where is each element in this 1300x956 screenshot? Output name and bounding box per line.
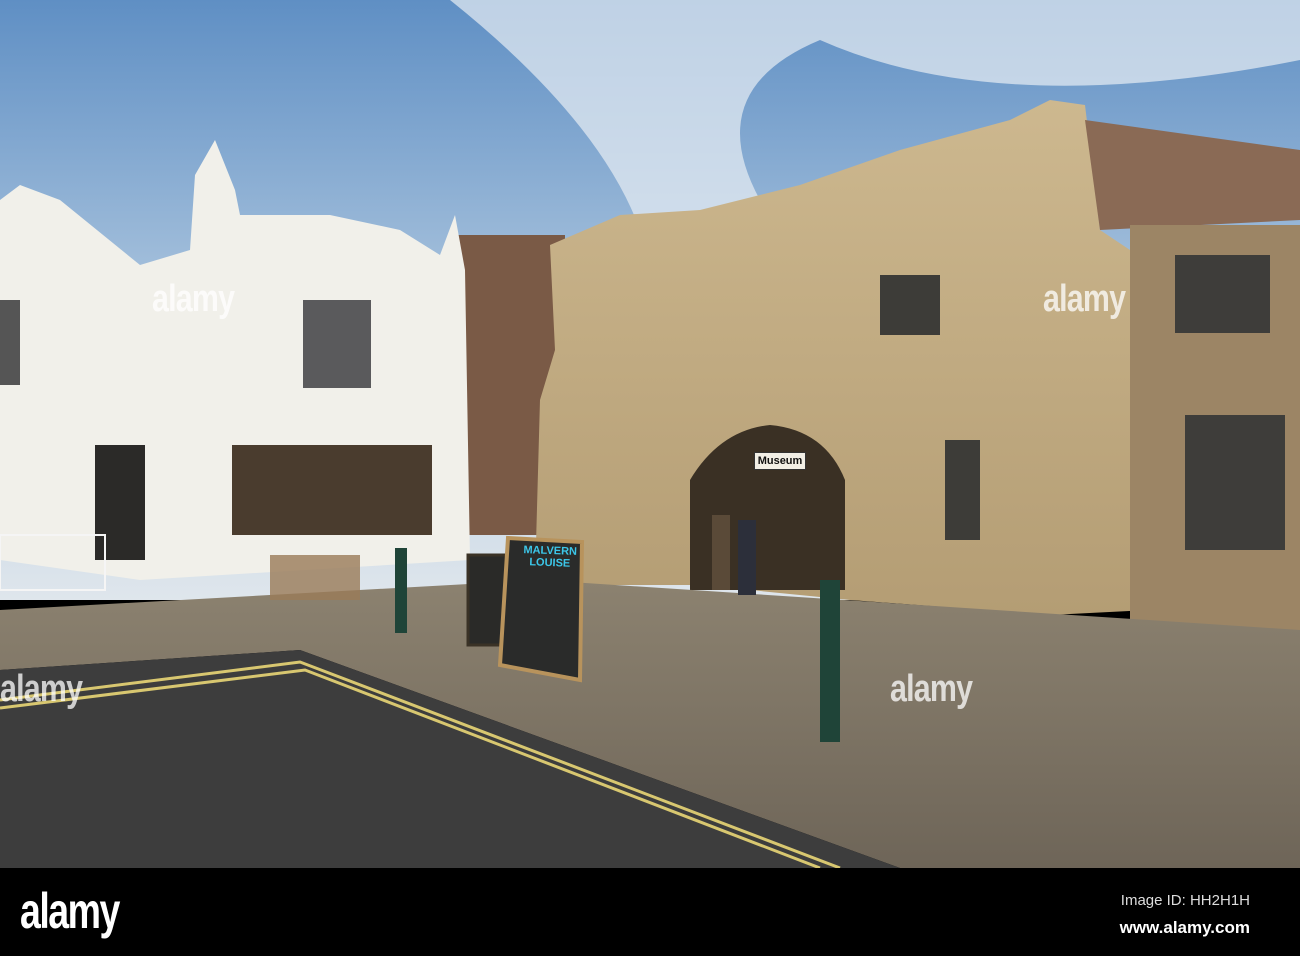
person: [712, 515, 730, 590]
museum-sign: Museum: [754, 452, 806, 470]
chalkboard-title: MALVERN LOUISE: [523, 544, 578, 570]
cafe-tables: [270, 555, 360, 600]
right-window-lower: [1185, 415, 1285, 550]
watermark: alamy: [0, 668, 83, 710]
street-photo: [0, 0, 1300, 868]
photo-scene: Museum MALVERN LOUISE alamy alamy alamy …: [0, 0, 1300, 956]
person: [738, 520, 756, 595]
site-url: www.alamy.com: [1119, 918, 1250, 937]
image-id: Image ID: HH2H1H: [1120, 892, 1250, 909]
watermark: alamy: [1043, 278, 1126, 320]
doorway: [95, 445, 145, 560]
upper-window: [303, 300, 371, 388]
bollard: [395, 548, 407, 633]
watermark: alamy: [890, 668, 973, 710]
footer-bar: alamy Image ID: HH2H1H www.alamy.com: [0, 868, 1300, 956]
cafe-window: [232, 445, 432, 535]
gatehouse-window-lower: [945, 440, 980, 540]
side-window: [0, 300, 20, 385]
watermark: alamy: [152, 278, 235, 320]
alamy-logo: alamy: [20, 883, 120, 939]
right-window-upper: [1175, 255, 1270, 333]
gatehouse-window: [880, 275, 940, 335]
bollard: [820, 580, 840, 742]
